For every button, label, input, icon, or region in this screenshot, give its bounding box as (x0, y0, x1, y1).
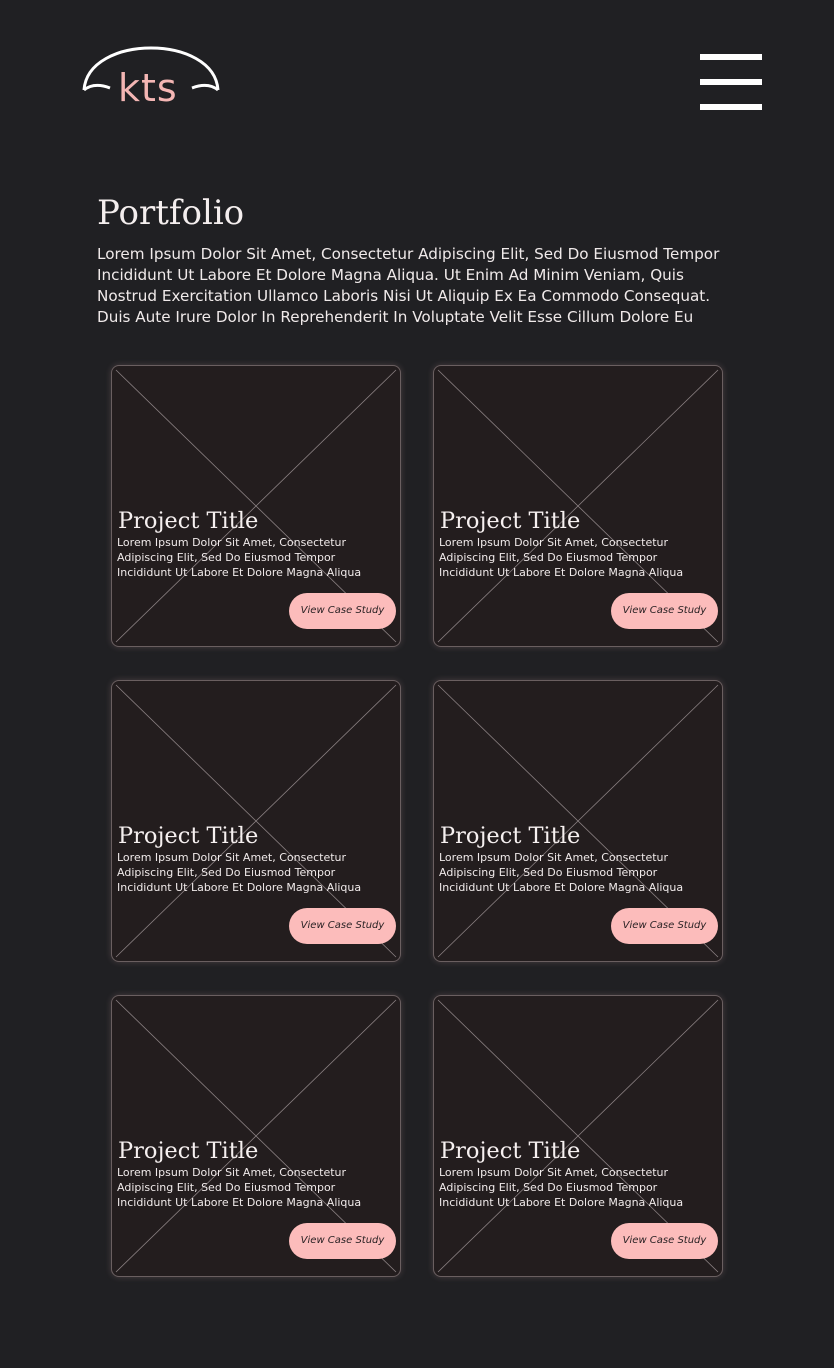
logo[interactable]: kts (80, 38, 222, 114)
menu-bar (700, 54, 762, 60)
project-description: Lorem Ipsum Dolor Sit Amet, Consectetur … (117, 851, 362, 894)
project-title: Project Title (118, 1138, 259, 1164)
project-title: Project Title (440, 508, 581, 534)
project-description: Lorem Ipsum Dolor Sit Amet, Consectetur … (117, 1166, 362, 1209)
view-case-study-button[interactable]: View Case Study (289, 908, 396, 944)
menu-bar (700, 104, 762, 110)
hamburger-menu-icon[interactable] (700, 54, 762, 110)
project-title: Project Title (440, 1138, 581, 1164)
project-card: Project Title Lorem Ipsum Dolor Sit Amet… (433, 365, 723, 647)
logo-text: kts (118, 66, 178, 110)
project-card: Project Title Lorem Ipsum Dolor Sit Amet… (111, 365, 401, 647)
project-description: Lorem Ipsum Dolor Sit Amet, Consectetur … (439, 536, 684, 579)
project-card: Project Title Lorem Ipsum Dolor Sit Amet… (111, 680, 401, 962)
page-title: Portfolio (97, 193, 245, 233)
view-case-study-button[interactable]: View Case Study (611, 908, 718, 944)
project-card: Project Title Lorem Ipsum Dolor Sit Amet… (433, 995, 723, 1277)
menu-bar (700, 79, 762, 85)
view-case-study-button[interactable]: View Case Study (289, 593, 396, 629)
project-description: Lorem Ipsum Dolor Sit Amet, Consectetur … (117, 536, 362, 579)
project-description: Lorem Ipsum Dolor Sit Amet, Consectetur … (439, 851, 684, 894)
project-description: Lorem Ipsum Dolor Sit Amet, Consectetur … (439, 1166, 684, 1209)
intro-paragraph: Lorem Ipsum Dolor Sit Amet, Consectetur … (97, 245, 720, 326)
project-card: Project Title Lorem Ipsum Dolor Sit Amet… (433, 680, 723, 962)
project-title: Project Title (440, 823, 581, 849)
view-case-study-button[interactable]: View Case Study (289, 1223, 396, 1259)
project-title: Project Title (118, 823, 259, 849)
view-case-study-button[interactable]: View Case Study (611, 1223, 718, 1259)
project-card: Project Title Lorem Ipsum Dolor Sit Amet… (111, 995, 401, 1277)
project-title: Project Title (118, 508, 259, 534)
view-case-study-button[interactable]: View Case Study (611, 593, 718, 629)
